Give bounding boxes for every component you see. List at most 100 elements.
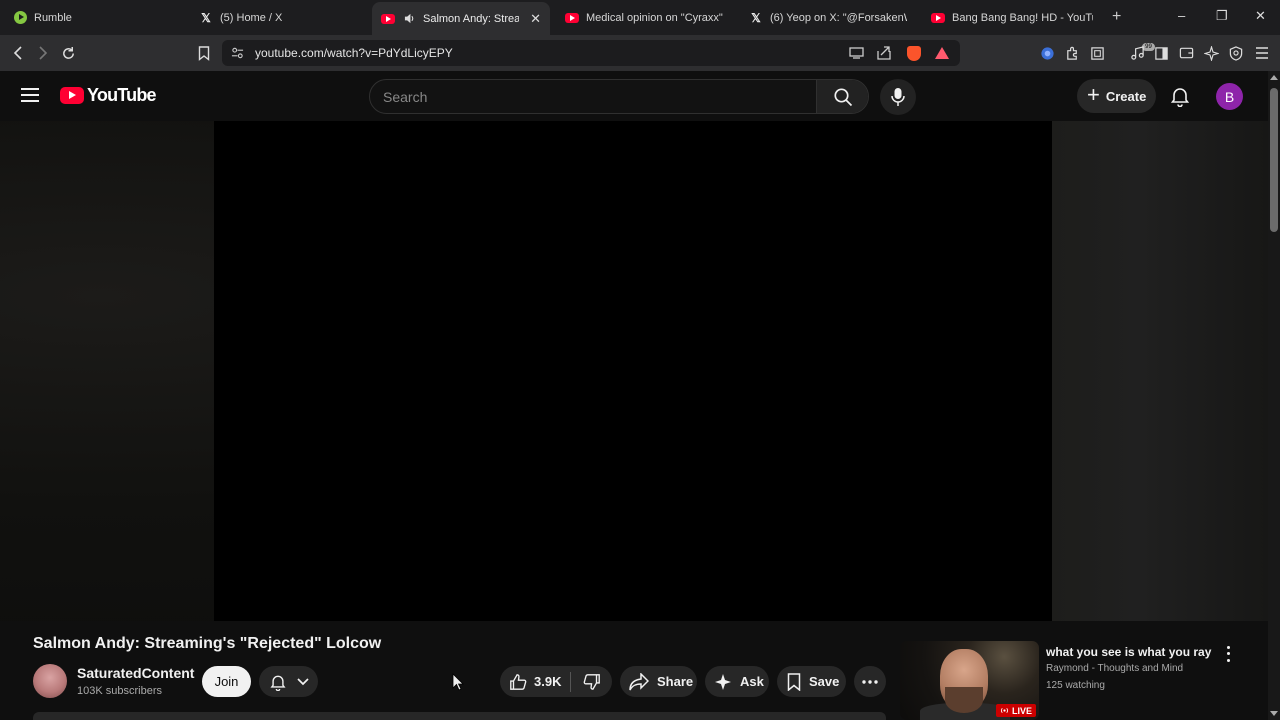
recommended-video-title[interactable]: what you see is what you ray bbox=[1046, 645, 1211, 659]
video-player[interactable] bbox=[214, 121, 1052, 621]
minimize-button[interactable]: – bbox=[1178, 8, 1185, 23]
live-icon bbox=[1000, 708, 1009, 713]
player-container bbox=[0, 121, 1268, 621]
microphone-icon bbox=[891, 88, 905, 106]
scroll-thumb[interactable] bbox=[1270, 88, 1278, 232]
tab-x-home[interactable]: 𝕏 (5) Home / X bbox=[190, 4, 368, 31]
thumbnail-figure-beard bbox=[945, 687, 983, 713]
browser-menu-icon[interactable] bbox=[1253, 44, 1271, 62]
watching-count: 125 watching bbox=[1046, 680, 1105, 691]
more-horizontal-icon bbox=[862, 679, 878, 684]
more-vertical-icon[interactable] bbox=[1222, 644, 1234, 664]
more-actions-button[interactable] bbox=[854, 666, 886, 697]
url-text[interactable]: youtube.com/watch?v=PdYdLicyEPY bbox=[255, 46, 453, 60]
page-scrollbar[interactable] bbox=[1268, 71, 1280, 720]
recommended-video[interactable]: LIVE what you see is what you ray Raymon… bbox=[900, 641, 1260, 720]
thumbs-up-icon bbox=[510, 673, 527, 690]
save-icon bbox=[787, 672, 801, 691]
tab-title: Bang Bang Bang! HD - YouTube bbox=[952, 11, 1093, 24]
search-button[interactable] bbox=[816, 80, 868, 113]
tab-rumble[interactable]: Rumble bbox=[4, 4, 184, 31]
youtube-icon bbox=[381, 12, 395, 26]
youtube-page: YouTube + Create B Salmon Andy: Streamin… bbox=[0, 71, 1268, 720]
channel-avatar[interactable] bbox=[33, 664, 67, 698]
search-input[interactable] bbox=[370, 80, 817, 113]
like-dislike-group: 3.9K bbox=[500, 666, 612, 697]
share-label: Share bbox=[657, 674, 694, 689]
vpn-shield-icon[interactable] bbox=[1227, 44, 1245, 62]
x-icon: 𝕏 bbox=[751, 10, 761, 25]
sidebar-icon[interactable] bbox=[1152, 44, 1170, 62]
notifications-icon[interactable] bbox=[1169, 85, 1191, 108]
back-icon[interactable] bbox=[9, 44, 27, 62]
forward-icon[interactable] bbox=[34, 44, 52, 62]
cast-icon[interactable] bbox=[848, 45, 864, 61]
live-label: LIVE bbox=[1011, 705, 1032, 716]
tab-title: Salmon Andy: Streaming bbox=[423, 12, 520, 25]
search-icon bbox=[834, 87, 853, 106]
subscribe-notifications-button[interactable] bbox=[259, 666, 318, 697]
save-label: Save bbox=[809, 674, 840, 689]
youtube-icon bbox=[931, 11, 945, 25]
mouse-cursor-icon bbox=[452, 673, 464, 691]
tab-title: (6) Yeop on X: "@ForsakenWan bbox=[770, 11, 907, 24]
bookmark-icon[interactable] bbox=[195, 44, 213, 62]
extensions-icon[interactable] bbox=[1063, 44, 1081, 62]
save-button[interactable]: Save bbox=[777, 666, 846, 697]
create-button[interactable]: + Create bbox=[1077, 79, 1156, 113]
speaker-icon bbox=[402, 12, 416, 26]
x-icon: 𝕏 bbox=[201, 10, 211, 25]
thumbs-down-icon bbox=[583, 673, 600, 690]
masthead: YouTube + Create B bbox=[0, 71, 1268, 121]
youtube-logo[interactable]: YouTube bbox=[60, 85, 157, 106]
video-title: Salmon Andy: Streaming's "Rejected" Lolc… bbox=[33, 635, 382, 652]
join-button[interactable]: Join bbox=[202, 666, 251, 697]
brave-shields-icon[interactable] bbox=[906, 45, 922, 61]
video-thumbnail[interactable]: LIVE bbox=[900, 641, 1039, 720]
ask-label: Ask bbox=[740, 674, 764, 689]
maximize-button[interactable]: ❐ bbox=[1216, 8, 1228, 24]
chevron-down-icon bbox=[296, 677, 309, 685]
youtube-logo-icon bbox=[60, 87, 84, 104]
search-box bbox=[369, 79, 869, 114]
guide-menu-icon[interactable] bbox=[21, 88, 39, 102]
live-badge: LIVE bbox=[995, 704, 1036, 717]
recommended-channel-name[interactable]: Raymond - Thoughts and Mind bbox=[1046, 663, 1183, 674]
tab-title: Medical opinion on "Cyraxx"'s m bbox=[586, 11, 723, 24]
scroll-down-arrow[interactable] bbox=[1270, 711, 1278, 716]
ask-button[interactable]: Ask bbox=[705, 666, 769, 697]
tab-yeop-on-x[interactable]: 𝕏 (6) Yeop on X: "@ForsakenWan bbox=[740, 4, 916, 31]
logo-text: YouTube bbox=[87, 85, 157, 105]
wallet-icon[interactable] bbox=[1177, 44, 1195, 62]
account-avatar[interactable]: B bbox=[1216, 83, 1243, 110]
site-settings-icon[interactable] bbox=[229, 45, 245, 61]
brave-rewards-icon[interactable] bbox=[934, 45, 950, 61]
reload-icon[interactable] bbox=[59, 44, 77, 62]
tab-bang-bang-bang[interactable]: Bang Bang Bang! HD - YouTube bbox=[922, 4, 1102, 31]
vpn-icon[interactable] bbox=[1038, 44, 1056, 62]
video-details: Salmon Andy: Streaming's "Rejected" Lolc… bbox=[0, 621, 1268, 720]
share-page-icon[interactable] bbox=[876, 45, 892, 61]
share-icon bbox=[629, 672, 649, 690]
new-tab-button[interactable]: + bbox=[1112, 8, 1121, 26]
like-button[interactable]: 3.9K bbox=[500, 673, 570, 691]
close-tab-icon[interactable]: ✕ bbox=[530, 11, 541, 27]
description-box[interactable] bbox=[33, 712, 886, 720]
dislike-button[interactable] bbox=[571, 673, 612, 691]
scroll-up-arrow[interactable] bbox=[1270, 75, 1278, 80]
channel-name[interactable]: SaturatedContent bbox=[77, 665, 194, 681]
tab-medical-opinion[interactable]: Medical opinion on "Cyraxx"'s m bbox=[556, 4, 732, 31]
player-ambient-right bbox=[1052, 121, 1268, 621]
tab-salmon-andy[interactable]: Salmon Andy: Streaming ✕ bbox=[372, 2, 550, 35]
like-count: 3.9K bbox=[534, 674, 562, 689]
address-bar[interactable]: youtube.com/watch?v=PdYdLicyEPY 99 bbox=[222, 40, 1155, 66]
youtube-icon bbox=[565, 11, 579, 25]
close-window-button[interactable]: ✕ bbox=[1255, 8, 1266, 24]
media-icon[interactable] bbox=[1128, 44, 1146, 62]
leo-ai-icon[interactable] bbox=[1202, 44, 1220, 62]
create-label: Create bbox=[1105, 88, 1147, 104]
screenshot-icon[interactable] bbox=[1088, 44, 1106, 62]
voice-search-button[interactable] bbox=[880, 79, 916, 115]
share-button[interactable]: Share bbox=[620, 666, 697, 697]
sparkle-icon bbox=[715, 673, 731, 690]
